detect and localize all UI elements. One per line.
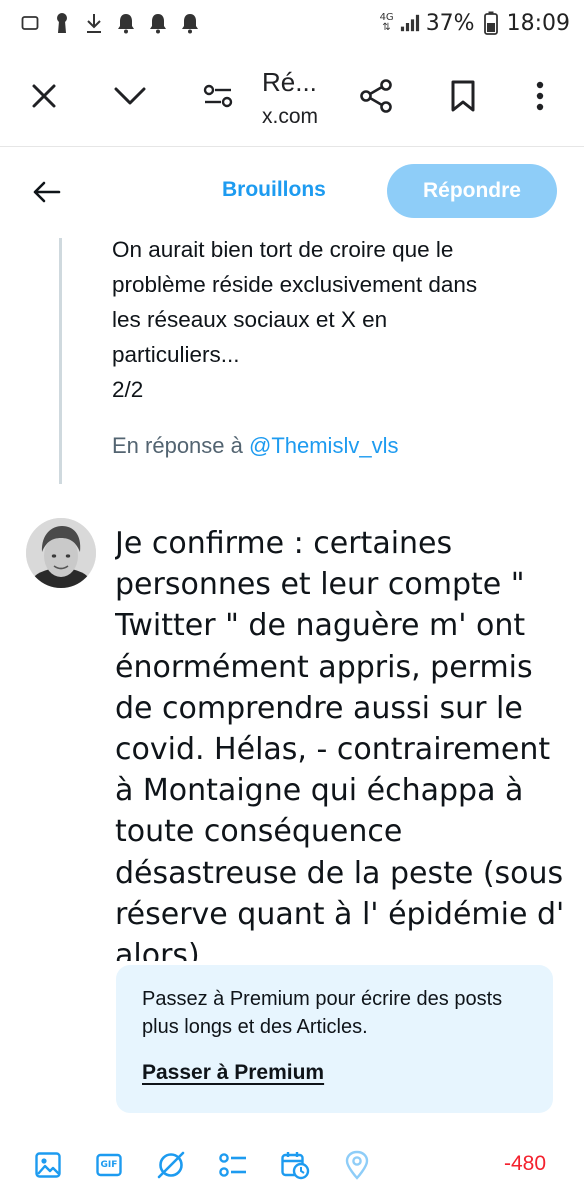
- compose-toolbar: GIF -480: [0, 1140, 584, 1192]
- avatar[interactable]: [26, 518, 96, 588]
- data-arrows-icon: ⇅: [382, 22, 391, 33]
- page-title[interactable]: Ré...: [262, 67, 317, 97]
- premium-message: Passez à Premium pour écrire des posts p…: [142, 988, 503, 1038]
- browser-toolbar: Ré... x.com: [0, 50, 584, 146]
- gif-label: GIF: [100, 1160, 118, 1170]
- battery-icon: [481, 11, 501, 35]
- notification-icons: [20, 12, 200, 34]
- drafts-button[interactable]: Brouillons: [222, 178, 326, 202]
- replying-to: En réponse à @Themislv_vls: [112, 433, 398, 459]
- signal-icon: [400, 12, 420, 34]
- toolbar-divider: [0, 146, 584, 147]
- grok-icon[interactable]: [156, 1150, 186, 1180]
- back-arrow-icon[interactable]: [26, 172, 66, 212]
- status-bar: 4G ⇅ 37% 18:09: [0, 0, 584, 46]
- premium-upsell-card: Passez à Premium pour écrire des posts p…: [116, 965, 553, 1113]
- gif-icon[interactable]: GIF: [94, 1150, 124, 1180]
- thread-connector: [59, 238, 62, 484]
- more-options-icon[interactable]: [518, 74, 562, 118]
- reply-prefix: En réponse à: [112, 433, 249, 458]
- download-icon: [84, 12, 104, 34]
- chevron-down-icon[interactable]: [108, 74, 152, 118]
- window-icon: [20, 12, 40, 34]
- close-icon[interactable]: [22, 74, 66, 118]
- parent-post-text: On aurait bien tort de croire que le pro…: [112, 237, 478, 402]
- battery-percent: 37%: [425, 10, 475, 36]
- bell-icon: [180, 12, 200, 34]
- page-domain[interactable]: x.com: [262, 105, 318, 129]
- location-icon[interactable]: [342, 1150, 372, 1180]
- bookmark-icon[interactable]: [441, 74, 485, 118]
- compose-header: Brouillons Répondre: [0, 160, 584, 224]
- bell-icon: [148, 12, 168, 34]
- compose-textarea[interactable]: Je confirme : certaines personnes et leu…: [115, 523, 565, 961]
- schedule-icon[interactable]: [280, 1150, 310, 1180]
- system-status: 4G ⇅ 37% 18:09: [380, 11, 570, 36]
- clock: 18:09: [506, 10, 570, 36]
- network-type: 4G ⇅: [380, 13, 394, 33]
- reply-handle-link[interactable]: @Themislv_vls: [249, 433, 398, 458]
- bell-icon: [116, 12, 136, 34]
- image-icon[interactable]: [33, 1150, 63, 1180]
- site-settings-icon[interactable]: [196, 74, 240, 118]
- character-count: -480: [504, 1152, 547, 1175]
- keyhole-icon: [52, 12, 72, 34]
- reply-button[interactable]: Répondre: [387, 164, 557, 218]
- premium-link[interactable]: Passer à Premium: [142, 1061, 324, 1085]
- share-icon[interactable]: [354, 74, 398, 118]
- poll-icon[interactable]: [218, 1150, 248, 1180]
